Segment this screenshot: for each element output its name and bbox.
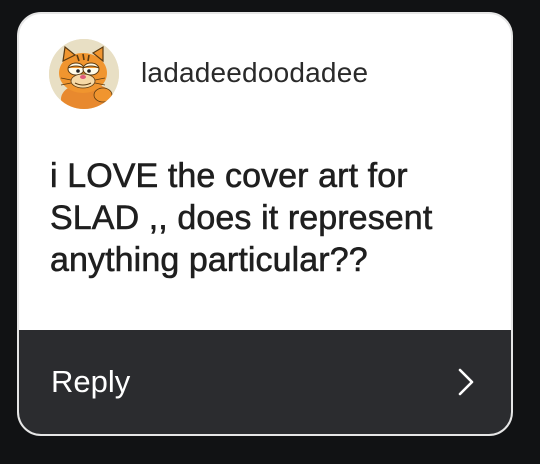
chevron-right-icon [458,368,474,396]
username[interactable]: ladadeedoodadee [141,56,368,90]
message-card: ladadeedoodadee i LOVE the cover art for… [17,12,513,436]
garfield-avatar-icon[interactable] [49,39,119,109]
reply-label: Reply [51,364,131,399]
message-header: ladadeedoodadee [19,14,511,132]
message-text: i LOVE the cover art for SLAD ,, does it… [50,157,433,280]
reply-button[interactable]: Reply [19,330,511,434]
